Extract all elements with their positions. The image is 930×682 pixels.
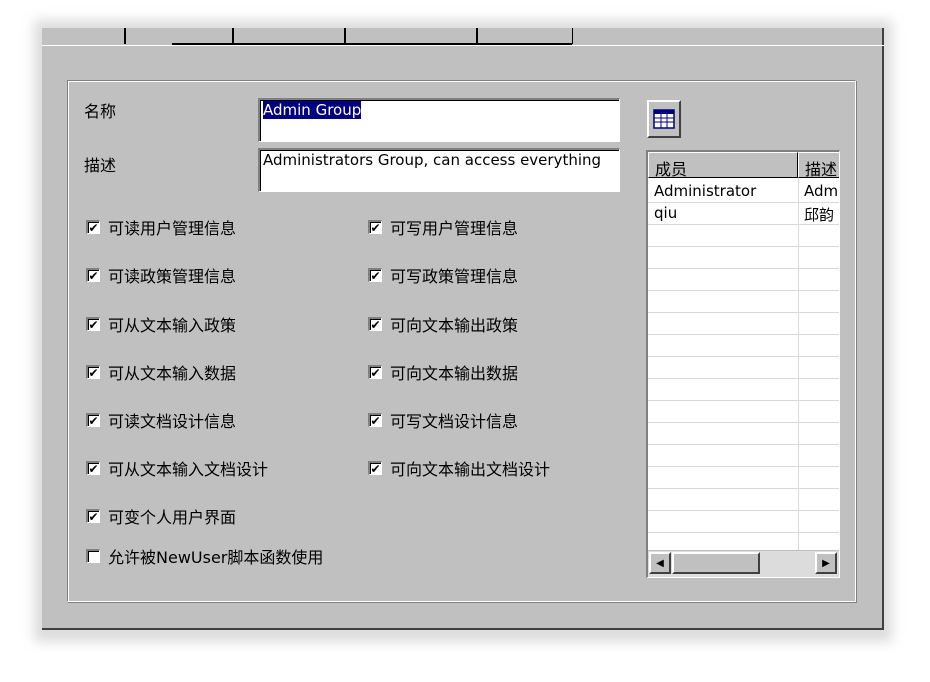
permission-label: 可变个人用户界面 — [108, 508, 237, 527]
permission-checkbox[interactable]: ✔ 可读政策管理信息 — [86, 263, 236, 287]
permission-label: 可写用户管理信息 — [390, 219, 519, 238]
permission-checkbox[interactable]: ✔ 可从文本输入文档设计 — [86, 456, 268, 480]
tab-3[interactable] — [232, 28, 347, 44]
checkbox-box[interactable]: ✔ — [368, 220, 382, 234]
checkbox-box[interactable]: ✔ — [86, 220, 100, 234]
description-value: Administrators Group, can access everyth… — [263, 151, 602, 169]
permission-label: 可写文档设计信息 — [390, 412, 519, 431]
permission-label: 可向文本输出文档设计 — [390, 460, 551, 479]
checkbox-box[interactable]: ✔ — [368, 268, 382, 282]
member-name: qiu — [654, 204, 678, 222]
permission-label: 可读用户管理信息 — [108, 219, 237, 238]
member-description: Adm — [804, 182, 839, 200]
permission-checkbox[interactable]: ✔ 可向文本输出文档设计 — [368, 456, 550, 480]
permission-checkbox[interactable]: ✔ 可读文档设计信息 — [86, 408, 236, 432]
description-label: 描述 — [84, 156, 117, 175]
permission-checkbox[interactable]: ✔ 可从文本输入政策 — [86, 312, 236, 336]
checkbox-box[interactable]: ✔ — [368, 317, 382, 331]
permission-label: 可从文本输入政策 — [108, 316, 237, 335]
permission-checkbox[interactable]: ✔ 可从文本输入数据 — [86, 360, 236, 384]
checkbox-box[interactable] — [86, 549, 100, 563]
checkbox-box[interactable]: ✔ — [368, 413, 382, 427]
permission-label: 可从文本输入数据 — [108, 364, 237, 383]
name-field[interactable]: Admin Group — [258, 98, 620, 142]
member-name: Administrator — [654, 182, 757, 200]
permission-label: 允许被NewUser脚本函数使用 — [108, 548, 324, 567]
column-header-member[interactable]: 成员 — [648, 152, 798, 178]
checkbox-box[interactable]: ✔ — [86, 413, 100, 427]
permission-label: 可读政策管理信息 — [108, 267, 237, 286]
members-list[interactable]: 成员 描述 Administrator Adm qiu 邱韵 ◀ ▶ — [646, 150, 840, 578]
checkbox-box[interactable]: ✔ — [86, 509, 100, 523]
permission-checkbox[interactable]: ✔ 可写政策管理信息 — [368, 263, 518, 287]
permission-label: 可读文档设计信息 — [108, 412, 237, 431]
checkbox-box[interactable]: ✔ — [86, 317, 100, 331]
checkbox-box[interactable]: ✔ — [86, 461, 100, 475]
description-field[interactable]: Administrators Group, can access everyth… — [258, 148, 620, 192]
arrow-right-icon[interactable]: ▶ — [815, 552, 837, 574]
permission-label: 可向文本输出数据 — [390, 364, 519, 383]
table-icon — [653, 109, 675, 129]
permission-checkbox[interactable]: ✔ 可写文档设计信息 — [368, 408, 518, 432]
permission-checkbox[interactable]: ✔ 可向文本输出政策 — [368, 312, 518, 336]
tab-strip — [42, 28, 884, 46]
permission-checkbox[interactable]: ✔ 可变个人用户界面 — [86, 504, 236, 528]
column-header-description[interactable]: 描述 — [798, 152, 839, 178]
checkbox-box[interactable]: ✔ — [86, 268, 100, 282]
permission-checkbox[interactable]: ✔ 可写用户管理信息 — [368, 215, 518, 239]
permission-checkbox[interactable]: ✔ 可读用户管理信息 — [86, 215, 236, 239]
permission-label: 可从文本输入文档设计 — [108, 460, 269, 479]
permission-checkbox[interactable]: 允许被NewUser脚本函数使用 — [86, 544, 323, 568]
tab-2[interactable] — [124, 28, 235, 44]
member-description: 邱韵 — [804, 206, 835, 224]
tab-4[interactable] — [344, 28, 479, 44]
permission-label: 可写政策管理信息 — [390, 267, 519, 286]
tab-5[interactable] — [476, 28, 573, 44]
checkbox-box[interactable]: ✔ — [86, 365, 100, 379]
permission-label: 可向文本输出政策 — [390, 316, 519, 335]
checkbox-box[interactable]: ✔ — [368, 365, 382, 379]
arrow-left-icon[interactable]: ◀ — [649, 552, 671, 574]
scroll-thumb[interactable] — [672, 552, 760, 574]
select-members-button[interactable] — [647, 100, 681, 138]
horizontal-scrollbar[interactable]: ◀ ▶ — [648, 550, 839, 577]
checkbox-box[interactable]: ✔ — [368, 461, 382, 475]
name-value: Admin Group — [263, 101, 362, 119]
name-label: 名称 — [84, 102, 117, 121]
permission-checkbox[interactable]: ✔ 可向文本输出数据 — [368, 360, 518, 384]
